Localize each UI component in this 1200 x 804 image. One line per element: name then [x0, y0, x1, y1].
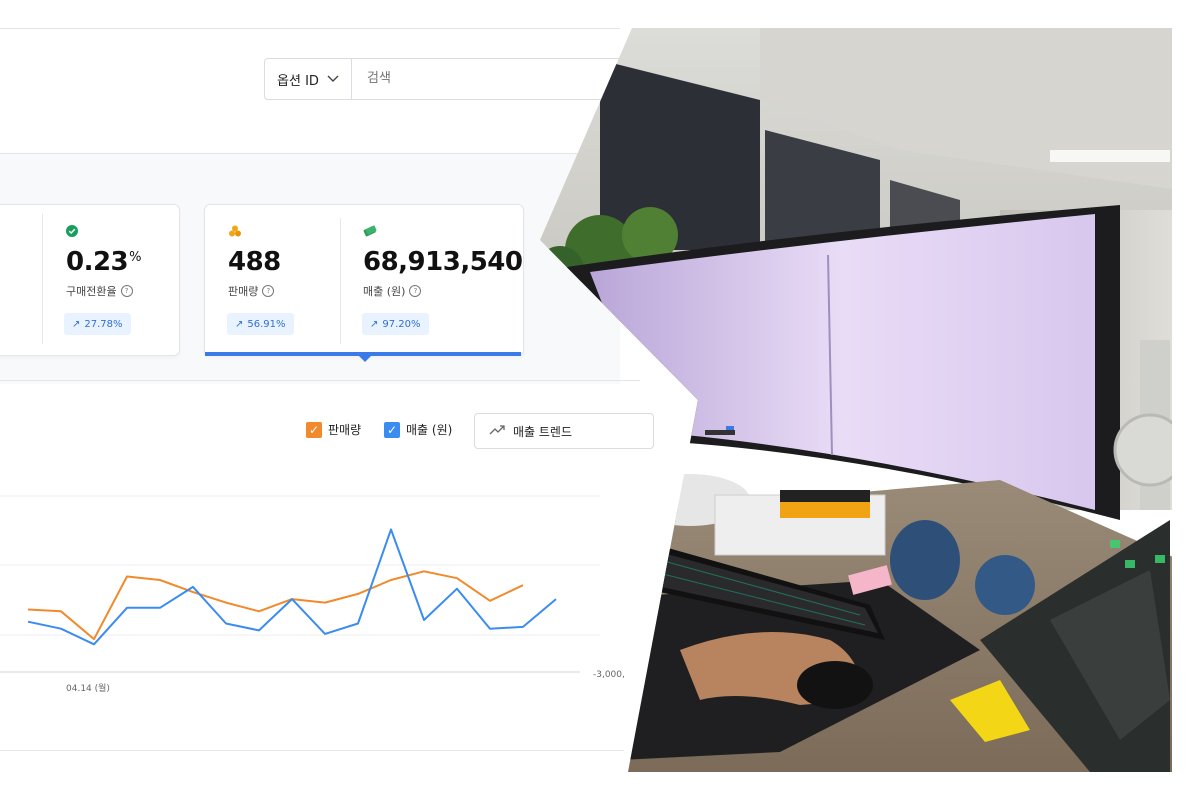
option-id-select[interactable]: 옵션 ID: [265, 59, 352, 99]
check-circle-icon: [66, 222, 141, 241]
change-chip: ↗ 56.91%: [227, 313, 294, 335]
search-input[interactable]: [365, 70, 619, 87]
money-icon: [363, 222, 522, 241]
arrow-up-right-icon: ↗: [72, 318, 81, 330]
checkbox-icon[interactable]: ✓: [384, 421, 400, 438]
trend-up-icon: [489, 424, 505, 438]
metric-value: 68,913,540: [363, 247, 523, 277]
line-chart: 04.14 (월) -3,000,: [0, 495, 625, 694]
coins-icon: [228, 222, 281, 241]
help-icon[interactable]: ?: [409, 285, 422, 297]
change-chip: ↗ 97.20%: [362, 313, 429, 335]
x-tick-label: 04.14 (월): [66, 682, 110, 694]
divider: [0, 750, 640, 751]
collage: 옵션 ID 0.23% 구매전환율? ↗27.78%: [0, 0, 1200, 800]
help-icon[interactable]: ?: [262, 285, 275, 297]
revenue-series-line: [27, 528, 557, 646]
divider: [0, 380, 640, 381]
select-label: 옵션 ID: [277, 73, 319, 89]
help-icon[interactable]: ?: [120, 285, 133, 297]
divider: [0, 28, 620, 29]
trend-dropdown[interactable]: 매출 트렌드: [474, 413, 654, 449]
chevron-down-icon: [327, 72, 339, 87]
y-tick-label: -3,000,: [593, 670, 625, 680]
metric-label: 판매량: [228, 285, 259, 298]
metric-conversion: 0.23% 구매전환율?: [66, 222, 142, 299]
trend-label: 매출 트렌드: [513, 424, 573, 439]
change-value: 97.20%: [382, 318, 421, 330]
metric-label: 매출 (원): [363, 285, 406, 298]
selected-pointer: [359, 356, 371, 362]
change-value: 56.91%: [247, 318, 286, 330]
legend-revenue[interactable]: ✓ 매출 (원): [384, 421, 452, 438]
metric-value: 488: [228, 247, 281, 277]
checkbox-icon[interactable]: ✓: [306, 421, 322, 438]
legend-sales-qty[interactable]: ✓ 판매량: [306, 421, 361, 438]
metric-label: 구매전환율: [66, 285, 117, 298]
divider: [340, 218, 341, 344]
metric-unit: %: [129, 250, 142, 265]
legend-label: 판매량: [328, 423, 362, 437]
change-chip: ↗ 27.78%: [64, 313, 131, 335]
metric-value: 0.23: [66, 247, 129, 277]
change-value: 27.78%: [84, 318, 123, 330]
legend-label: 매출 (원): [406, 423, 453, 437]
metric-revenue: 68,913,540 매출 (원)?: [363, 222, 523, 299]
arrow-up-right-icon: ↗: [235, 318, 244, 330]
divider: [42, 214, 43, 344]
sales-qty-series-line: [27, 570, 524, 641]
arrow-up-right-icon: ↗: [370, 318, 379, 330]
metric-sales-qty: 488 판매량?: [228, 222, 281, 299]
